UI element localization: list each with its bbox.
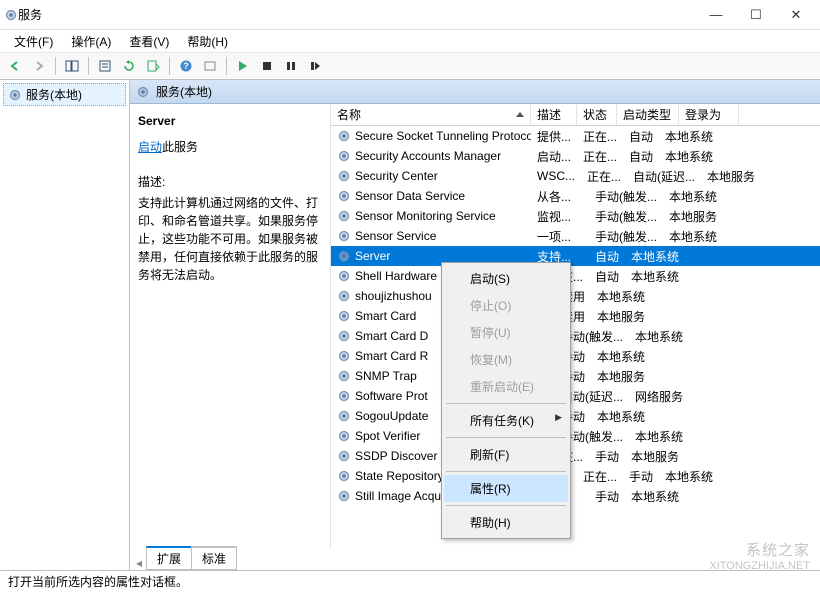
menu-action[interactable]: 操作(A) <box>63 31 119 52</box>
gear-icon <box>337 229 351 243</box>
context-menu-item[interactable]: 刷新(F) <box>444 441 568 468</box>
column-state[interactable]: 状态 <box>577 104 617 125</box>
column-name[interactable]: 名称 <box>331 104 531 125</box>
gear-icon <box>337 149 351 163</box>
context-menu-item[interactable]: 帮助(H) <box>444 509 568 536</box>
selected-service-name: Server <box>138 114 322 128</box>
menu-view[interactable]: 查看(V) <box>121 31 177 52</box>
table-row[interactable]: Smart Card R手动本地系统 <box>331 346 820 366</box>
service-description: 支持此计算机通过网络的文件、打印、和命名管道共享。如果服务停止，这些功能不可用。… <box>138 194 322 284</box>
table-row[interactable]: Still Image Acquisition Events启动...手动本地系… <box>331 486 820 506</box>
stop-service-button[interactable] <box>256 55 278 77</box>
toolbar: ? <box>0 52 820 80</box>
start-service-button[interactable] <box>232 55 254 77</box>
detail-pane: Server 启动此服务 描述: 支持此计算机通过网络的文件、打印、和命名管道共… <box>130 104 330 548</box>
svg-text:?: ? <box>183 61 189 71</box>
gear-icon <box>337 169 351 183</box>
export-button[interactable] <box>142 55 164 77</box>
restart-service-button[interactable] <box>304 55 326 77</box>
pane-header: 服务(本地) <box>130 80 820 104</box>
refresh-button[interactable] <box>118 55 140 77</box>
gear-icon <box>337 389 351 403</box>
gear-icon <box>337 189 351 203</box>
context-menu-item: 恢复(M) <box>444 346 568 373</box>
table-row[interactable]: Security Accounts Manager启动...正在...自动本地系… <box>331 146 820 166</box>
service-list-pane: 名称 描述 状态 启动类型 登录为 Secure Socket Tunnelin… <box>330 104 820 548</box>
table-row[interactable]: SSDP Discover正在...手动本地服务 <box>331 446 820 466</box>
table-row[interactable]: Smart Card D手动(触发...本地系统 <box>331 326 820 346</box>
context-menu-item: 停止(O) <box>444 292 568 319</box>
table-row[interactable]: shoujizhushou禁用本地系统 <box>331 286 820 306</box>
context-menu-item: 暂停(U) <box>444 319 568 346</box>
table-row[interactable]: Shell Hardware正在...自动本地系统 <box>331 266 820 286</box>
gear-icon <box>337 409 351 423</box>
gear-icon <box>337 209 351 223</box>
app-icon <box>4 8 18 22</box>
tab-standard[interactable]: 标准 <box>191 546 237 570</box>
gear-icon <box>337 289 351 303</box>
column-description[interactable]: 描述 <box>531 104 577 125</box>
properties-button[interactable] <box>94 55 116 77</box>
menubar: 文件(F) 操作(A) 查看(V) 帮助(H) <box>0 30 820 52</box>
menu-help[interactable]: 帮助(H) <box>179 31 236 52</box>
gear-icon <box>337 489 351 503</box>
table-row[interactable]: Spot Verifier手动(触发...本地系统 <box>331 426 820 446</box>
table-row[interactable]: Security CenterWSC...正在...自动(延迟...本地服务 <box>331 166 820 186</box>
table-row[interactable]: SNMP Trap手动本地服务 <box>331 366 820 386</box>
gear-icon <box>337 329 351 343</box>
gear-icon <box>337 129 351 143</box>
column-startup-type[interactable]: 启动类型 <box>617 104 679 125</box>
context-menu-item[interactable]: 启动(S) <box>444 265 568 292</box>
table-row[interactable]: Software Prot自动(延迟...网络服务 <box>331 386 820 406</box>
action-view-button[interactable] <box>199 55 221 77</box>
help-button[interactable]: ? <box>175 55 197 77</box>
gear-icon <box>337 429 351 443</box>
back-button[interactable] <box>4 55 26 77</box>
context-menu-item[interactable]: 所有任务(K) <box>444 407 568 434</box>
gear-icon <box>337 369 351 383</box>
gear-icon <box>136 85 150 99</box>
show-hide-tree-button[interactable] <box>61 55 83 77</box>
context-menu-item: 重新启动(E) <box>444 373 568 400</box>
titlebar: 服务 — ☐ ✕ <box>0 0 820 30</box>
maximize-button[interactable]: ☐ <box>736 1 776 29</box>
context-menu-item[interactable]: 属性(R) <box>444 475 568 502</box>
tab-extended[interactable]: 扩展 <box>146 546 192 570</box>
table-row[interactable]: SogouUpdate手动本地系统 <box>331 406 820 426</box>
table-row[interactable]: Sensor Data Service从各...手动(触发...本地系统 <box>331 186 820 206</box>
list-body[interactable]: Secure Socket Tunneling Protocol...提供...… <box>331 126 820 548</box>
tab-strip: ◂ 扩展 标准 <box>130 548 820 570</box>
gear-icon <box>337 449 351 463</box>
gear-icon <box>337 349 351 363</box>
gear-icon <box>337 469 351 483</box>
menu-file[interactable]: 文件(F) <box>6 31 61 52</box>
gear-icon <box>8 88 22 102</box>
table-row[interactable]: Server支持...自动本地系统 <box>331 246 820 266</box>
close-button[interactable]: ✕ <box>776 1 816 29</box>
gear-icon <box>337 309 351 323</box>
list-header: 名称 描述 状态 启动类型 登录为 <box>331 104 820 126</box>
gear-icon <box>337 249 351 263</box>
start-service-link[interactable]: 启动 <box>138 140 162 154</box>
pause-service-button[interactable] <box>280 55 302 77</box>
column-logon-as[interactable]: 登录为 <box>679 104 739 125</box>
context-menu: 启动(S)停止(O)暂停(U)恢复(M)重新启动(E) 所有任务(K) 刷新(F) 属… <box>441 262 571 539</box>
minimize-button[interactable]: — <box>696 1 736 29</box>
table-row[interactable]: Secure Socket Tunneling Protocol...提供...… <box>331 126 820 146</box>
table-row[interactable]: Smart Card禁用本地服务 <box>331 306 820 326</box>
tree-pane: 服务(本地) <box>0 80 130 570</box>
gear-icon <box>337 269 351 283</box>
tree-node-services-local[interactable]: 服务(本地) <box>3 83 126 106</box>
description-header: 描述: <box>138 173 322 190</box>
forward-button[interactable] <box>28 55 50 77</box>
window-title: 服务 <box>18 6 696 23</box>
table-row[interactable]: Sensor Service一项...手动(触发...本地系统 <box>331 226 820 246</box>
status-bar: 打开当前所选内容的属性对话框。 <box>0 570 820 592</box>
table-row[interactable]: Sensor Monitoring Service监视...手动(触发...本地… <box>331 206 820 226</box>
table-row[interactable]: State Repository Service为应...正在...手动本地系统 <box>331 466 820 486</box>
